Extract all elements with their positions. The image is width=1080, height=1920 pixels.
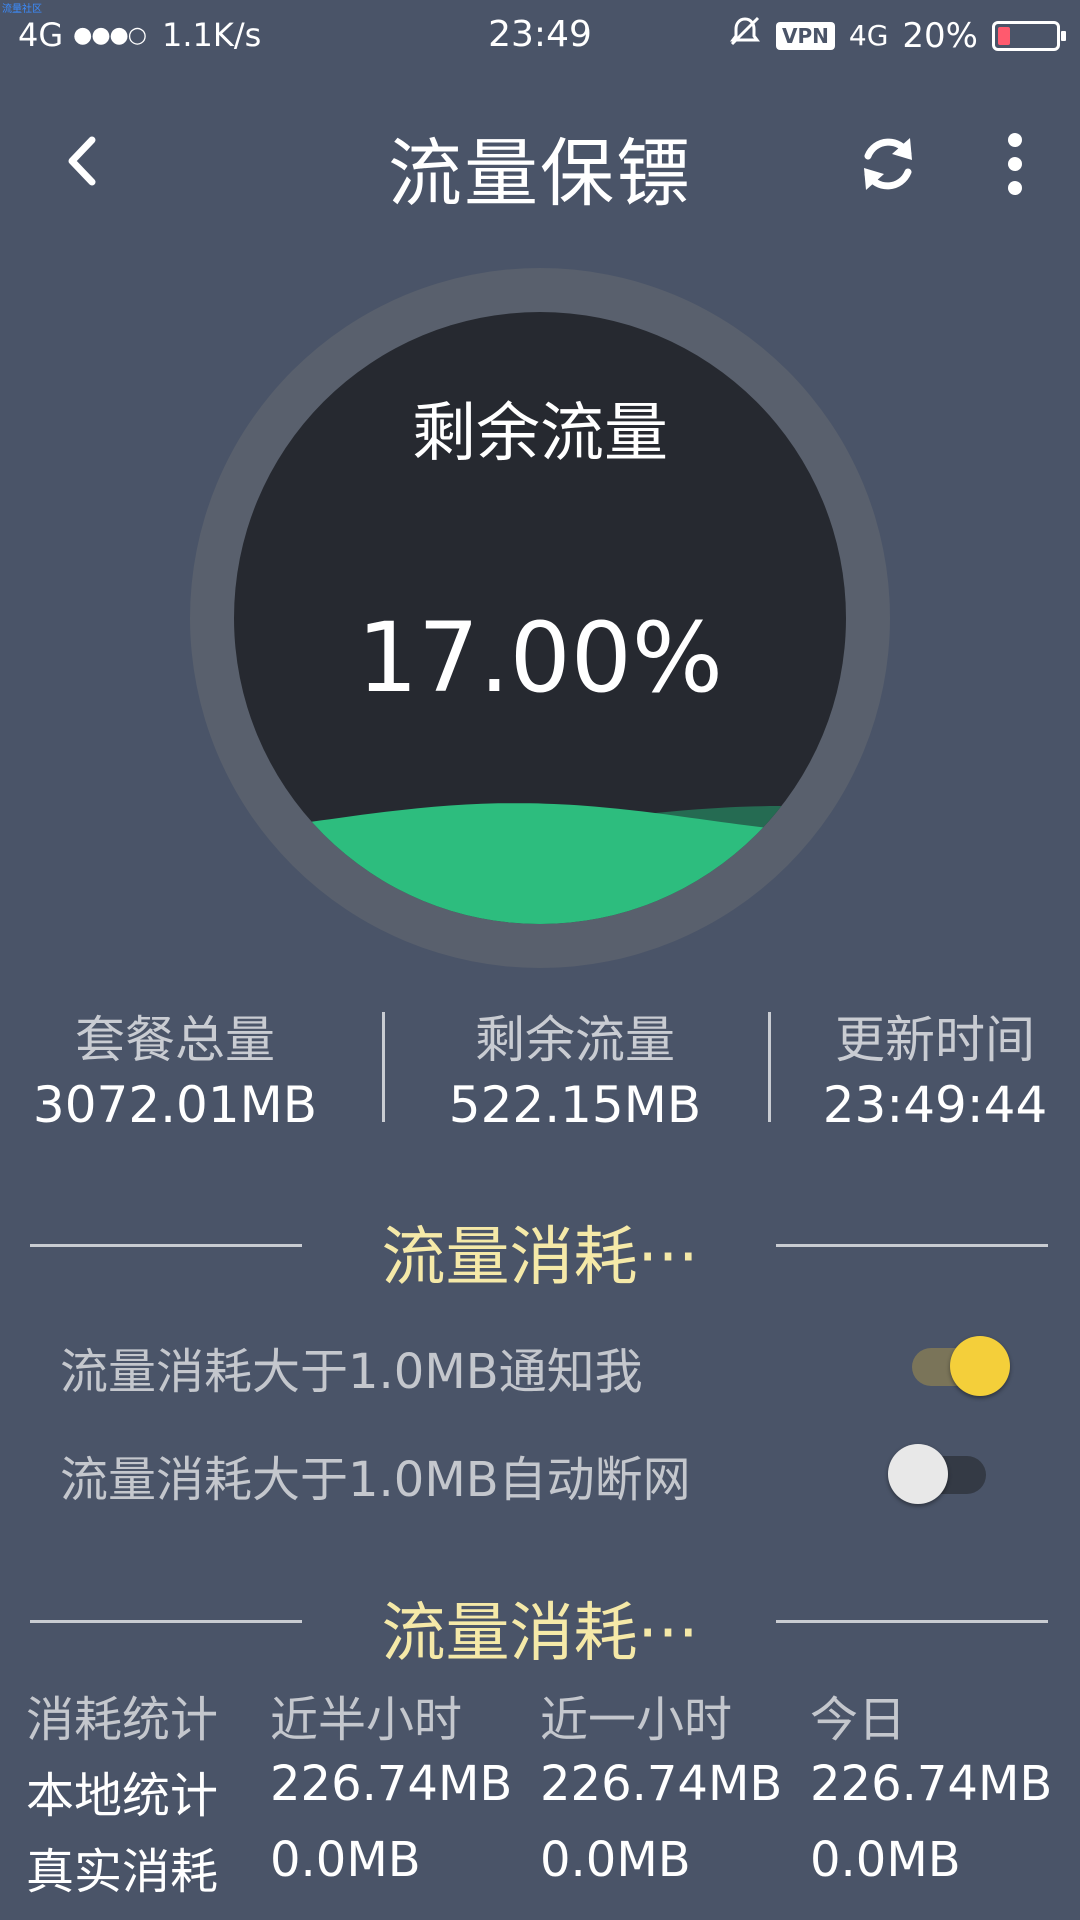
- page: 流量社区 4G ●●●○ 1.1K/s 23:49 VPN 4G 20% 流量保…: [0, 0, 1080, 1920]
- remaining-gauge: 剩余流量 17.00%: [190, 268, 890, 968]
- stat-divider: [382, 1012, 385, 1122]
- usage-header-cell: 今日: [810, 1692, 907, 1748]
- table-row: 真实消耗 0.0MB 0.0MB 0.0MB: [0, 1832, 1080, 1908]
- more-vertical-icon: [1008, 133, 1022, 195]
- usage-section-header: 流量消耗···: [0, 1582, 1080, 1671]
- usage-cell: 226.74MB: [810, 1756, 1053, 1812]
- usage-cell: 226.74MB: [540, 1756, 783, 1812]
- more-button[interactable]: [990, 128, 1040, 200]
- usage-header-cell: 近半小时: [270, 1692, 463, 1748]
- gauge-percent: 17.00%: [356, 602, 724, 714]
- usage-header-cell: 消耗统计: [26, 1692, 219, 1748]
- stat-total-label: 套餐总量: [75, 1011, 275, 1069]
- usage-cell: 0.0MB: [810, 1832, 961, 1888]
- stat-remaining: 剩余流量 522.15MB: [420, 1000, 730, 1134]
- refresh-button[interactable]: [850, 126, 926, 202]
- table-row: 本地统计 226.74MB 226.74MB 226.74MB: [0, 1756, 1080, 1832]
- app-bar: 流量保镖: [0, 100, 1080, 220]
- network-type-right: 4G: [848, 18, 889, 52]
- stat-updated: 更新时间 23:49:44: [800, 1000, 1070, 1134]
- refresh-icon: [864, 138, 912, 190]
- stat-remaining-label: 剩余流量: [475, 1011, 675, 1069]
- disconnect-toggle[interactable]: [888, 1444, 986, 1504]
- usage-header-cell: 近一小时: [540, 1692, 733, 1748]
- gauge-face: 剩余流量 17.00%: [234, 312, 846, 924]
- usage-row-label: 真实消耗: [26, 1844, 219, 1900]
- usage-cell: 0.0MB: [270, 1832, 421, 1888]
- usage-cell: 226.74MB: [270, 1756, 513, 1812]
- battery-percent: 20%: [902, 15, 978, 56]
- status-right: VPN 4G 20%: [728, 14, 1066, 57]
- stat-updated-value: 23:49:44: [822, 1076, 1048, 1134]
- stat-remaining-value: 522.15MB: [448, 1076, 702, 1134]
- plan-stats: 套餐总量 3072.01MB 剩余流量 522.15MB 更新时间 23:49:…: [0, 1000, 1080, 1150]
- alert-section-title: 流量消耗···: [381, 1221, 699, 1295]
- stat-total-value: 3072.01MB: [32, 1076, 318, 1134]
- vpn-badge: VPN: [776, 21, 835, 50]
- disconnect-toggle-row: 流量消耗大于1.0MB自动断网: [0, 1428, 1080, 1518]
- usage-cell: 0.0MB: [540, 1832, 691, 1888]
- section-divider: [776, 1620, 1048, 1623]
- notify-toggle-row: 流量消耗大于1.0MB通知我: [0, 1320, 1080, 1410]
- section-divider: [776, 1244, 1048, 1247]
- gauge-label: 剩余流量: [412, 397, 668, 471]
- notify-toggle[interactable]: [912, 1336, 1010, 1396]
- usage-table-header: 消耗统计 近半小时 近一小时 今日: [0, 1680, 1080, 1756]
- battery-icon: [992, 20, 1066, 51]
- notify-toggle-label: 流量消耗大于1.0MB通知我: [60, 1344, 643, 1400]
- alert-section-header: 流量消耗···: [0, 1206, 1080, 1295]
- stat-total: 套餐总量 3072.01MB: [20, 1000, 330, 1134]
- status-bar: 4G ●●●○ 1.1K/s 23:49 VPN 4G 20%: [0, 0, 1080, 76]
- disconnect-toggle-label: 流量消耗大于1.0MB自动断网: [60, 1452, 691, 1508]
- usage-row-label: 本地统计: [26, 1768, 219, 1824]
- stat-divider: [768, 1012, 771, 1122]
- stat-updated-label: 更新时间: [835, 1011, 1035, 1069]
- alarm-off-icon: [728, 14, 762, 57]
- usage-section-title: 流量消耗···: [381, 1597, 699, 1671]
